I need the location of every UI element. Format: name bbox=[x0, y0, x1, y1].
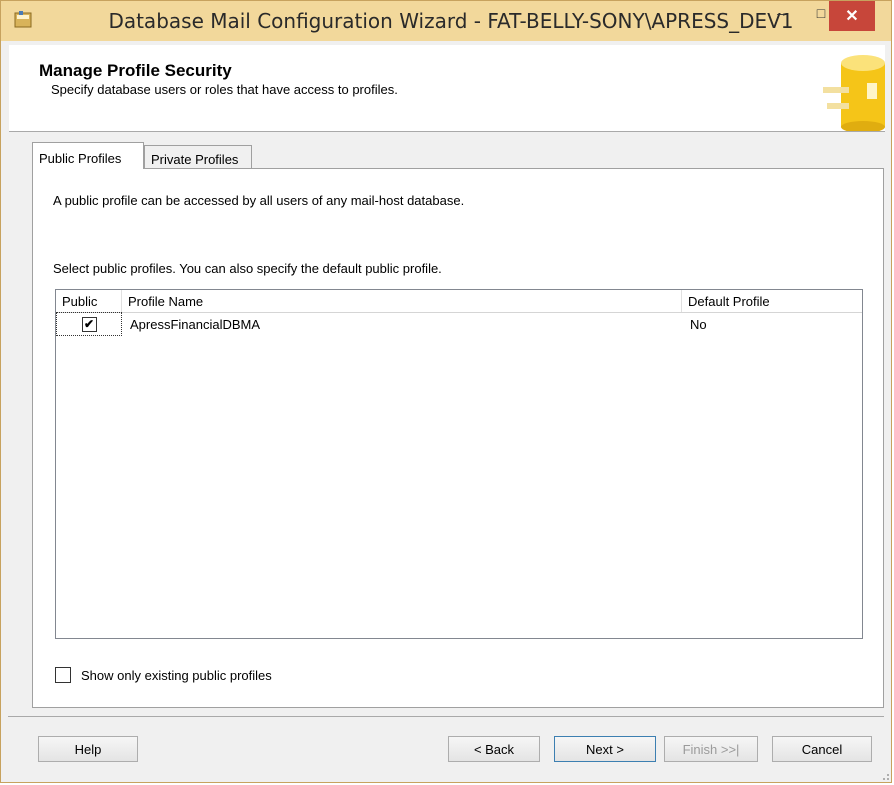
close-button[interactable]: ✕ bbox=[829, 1, 875, 31]
public-profiles-panel: A public profile can be accessed by all … bbox=[32, 168, 884, 708]
window-title: Database Mail Configuration Wizard - FAT… bbox=[108, 9, 794, 33]
column-header-profile-name[interactable]: Profile Name bbox=[122, 290, 682, 312]
finish-button[interactable]: Finish >>| bbox=[664, 736, 758, 762]
panel-description: A public profile can be accessed by all … bbox=[53, 193, 465, 208]
grid-header: Public Profile Name Default Profile bbox=[56, 290, 862, 313]
public-cell[interactable]: ✔ bbox=[56, 312, 122, 336]
minimize-button[interactable]: – bbox=[765, 1, 797, 25]
tab-public-profiles[interactable]: Public Profiles bbox=[32, 142, 144, 169]
next-button[interactable]: Next > bbox=[554, 736, 656, 762]
profile-name-cell: ApressFinancialDBMA bbox=[130, 317, 261, 332]
wizard-header: Manage Profile Security Specify database… bbox=[9, 45, 885, 132]
column-header-default-profile[interactable]: Default Profile bbox=[682, 290, 864, 312]
default-profile-cell[interactable]: No bbox=[682, 312, 864, 336]
page-title: Manage Profile Security bbox=[39, 61, 232, 80]
show-only-existing[interactable]: Show only existing public profiles bbox=[55, 667, 272, 683]
help-button[interactable]: Help bbox=[38, 736, 138, 762]
page-subtitle: Specify database users or roles that hav… bbox=[51, 82, 398, 97]
back-button[interactable]: < Back bbox=[448, 736, 540, 762]
show-only-label: Show only existing public profiles bbox=[81, 667, 272, 683]
show-only-checkbox[interactable] bbox=[55, 667, 71, 683]
cancel-button[interactable]: Cancel bbox=[772, 736, 872, 762]
database-cylinder-graphic bbox=[823, 55, 885, 131]
profiles-grid[interactable]: Public Profile Name Default Profile ✔ Ap… bbox=[55, 289, 863, 639]
table-row[interactable]: ✔ ApressFinancialDBMA No bbox=[56, 312, 862, 336]
panel-instruction: Select public profiles. You can also spe… bbox=[53, 261, 442, 276]
column-header-public[interactable]: Public bbox=[56, 290, 122, 312]
public-checkbox[interactable]: ✔ bbox=[81, 316, 97, 332]
tab-private-profiles[interactable]: Private Profiles bbox=[144, 145, 252, 169]
resize-grip-icon[interactable] bbox=[880, 771, 890, 781]
title-bar[interactable]: Database Mail Configuration Wizard - FAT… bbox=[1, 1, 891, 41]
